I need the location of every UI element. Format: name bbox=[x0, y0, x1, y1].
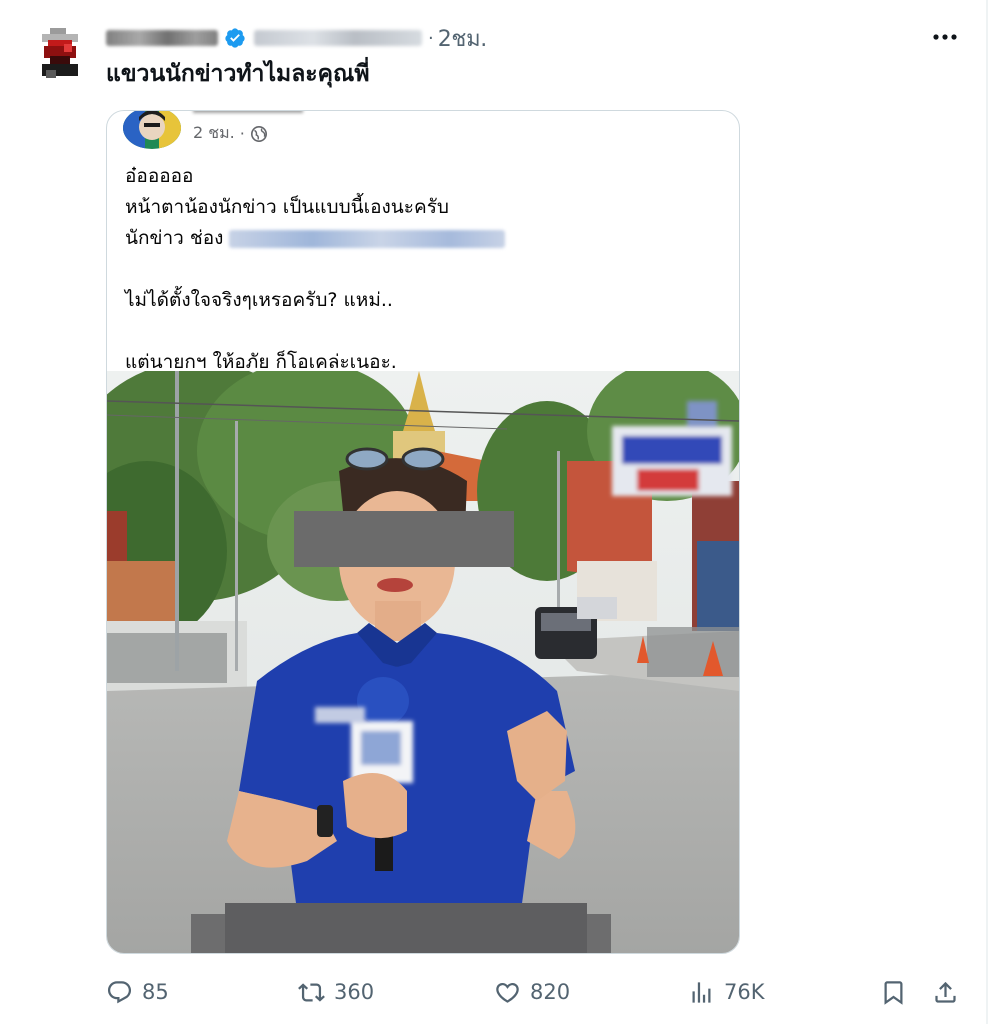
repost-icon bbox=[298, 982, 325, 1002]
header-separator: · bbox=[428, 27, 434, 49]
post-header: · 2ชม. bbox=[106, 24, 487, 52]
embedded-line-4: ไม่ได้ตั้งใจจริงๆเหรอครับ? แหม่.. bbox=[125, 289, 393, 311]
views-button[interactable]: 76K bbox=[688, 972, 765, 1012]
repost-button[interactable]: 360 bbox=[298, 972, 374, 1012]
more-icon bbox=[933, 34, 957, 40]
post-time[interactable]: 2ชม. bbox=[438, 21, 488, 56]
more-button[interactable] bbox=[930, 26, 960, 48]
embedded-post-text: อ๋อออออ หน้าตาน้องนักข่าว เป็นแบบนี้เองน… bbox=[125, 161, 506, 378]
like-count: 820 bbox=[530, 980, 571, 1004]
reporter-photo[interactable] bbox=[107, 371, 739, 953]
reply-button[interactable]: 85 bbox=[106, 972, 169, 1012]
views-icon bbox=[692, 981, 711, 1003]
repost-count: 360 bbox=[334, 980, 375, 1004]
verified-badge-icon bbox=[225, 28, 245, 48]
bookmark-button[interactable] bbox=[880, 972, 907, 1012]
reply-icon bbox=[107, 980, 132, 1003]
post-text: แขวนนักข่าวทำไมละคุณพี่ bbox=[106, 61, 370, 87]
embedded-post-card[interactable]: 2 ชม. · อ๋อออออ หน้าตาน้องนักข่าว เป็นแบ… bbox=[106, 110, 740, 954]
author-name-redacted[interactable] bbox=[106, 30, 218, 46]
embedded-post-time: 2 ชม. bbox=[193, 123, 235, 142]
embedded-line-3: นักข่าว ช่อง bbox=[125, 227, 224, 249]
like-icon bbox=[496, 982, 519, 1003]
action-bar: 85 360 820 76K bbox=[0, 972, 988, 1014]
embedded-line-2: หน้าตาน้องนักข่าว เป็นแบบนี้เองนะครับ bbox=[125, 196, 449, 218]
globe-icon bbox=[250, 125, 267, 142]
share-button[interactable] bbox=[932, 972, 959, 1012]
share-icon bbox=[935, 981, 956, 1003]
embedded-author-avatar bbox=[123, 111, 181, 149]
author-avatar[interactable] bbox=[38, 22, 82, 80]
author-handle-redacted[interactable] bbox=[254, 30, 422, 46]
channel-link-redacted[interactable] bbox=[229, 229, 506, 248]
embedded-author-name-redacted bbox=[193, 111, 303, 113]
embedded-line-1: อ๋อออออ bbox=[125, 165, 194, 187]
like-button[interactable]: 820 bbox=[494, 972, 570, 1012]
embedded-meta-separator: · bbox=[239, 124, 245, 143]
reply-count: 85 bbox=[142, 980, 169, 1004]
views-count: 76K bbox=[724, 980, 765, 1004]
bookmark-icon bbox=[884, 980, 903, 1005]
embedded-post-meta: 2 ชม. · bbox=[193, 121, 268, 146]
embedded-line-3-wrap: นักข่าว ช่อง bbox=[125, 223, 506, 254]
